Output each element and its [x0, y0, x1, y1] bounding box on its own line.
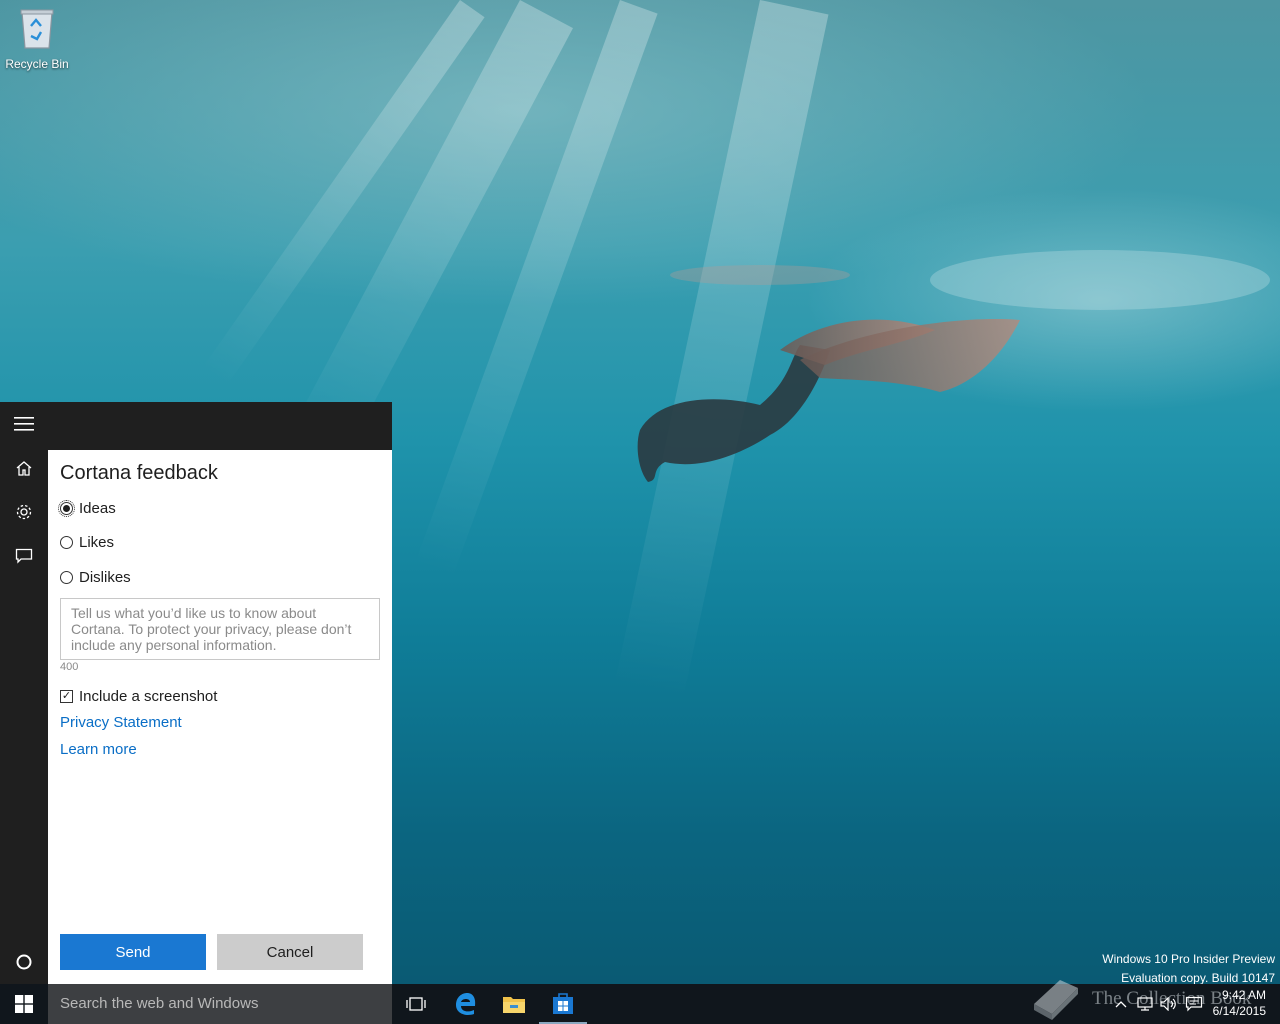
cancel-button[interactable]: Cancel — [217, 934, 363, 970]
recycle-bin-icon — [20, 9, 54, 49]
network-icon — [1137, 997, 1153, 1011]
taskbar: Search the web and Windows The Collectio… — [0, 980, 1280, 1024]
book-icon — [1034, 980, 1078, 1020]
feedback-textarea[interactable]: Tell us what you’d like us to know about… — [60, 598, 380, 660]
radio-dislikes-button[interactable] — [60, 571, 73, 584]
watermark-line-1: Windows 10 Pro Insider Preview — [1102, 952, 1275, 966]
radio-ideas[interactable]: Ideas — [58, 500, 116, 517]
feedback-icon — [15, 548, 33, 564]
network-button[interactable] — [1134, 984, 1156, 1024]
cortana-circle-icon — [16, 954, 32, 970]
cortana-rail — [0, 402, 48, 984]
windows-logo-icon — [15, 995, 33, 1013]
settings-button[interactable] — [0, 490, 48, 534]
gear-icon — [16, 504, 32, 520]
edge-button[interactable] — [442, 984, 490, 1024]
task-view-icon — [406, 997, 426, 1011]
recycle-bin-label: Recycle Bin — [5, 57, 69, 71]
cortana-feedback-panel: Cortana feedback Ideas Likes Dislikes Te… — [48, 450, 392, 984]
task-view-button[interactable] — [392, 984, 440, 1024]
privacy-statement-link[interactable]: Privacy Statement — [60, 714, 182, 731]
include-screenshot-label: Include a screenshot — [79, 688, 218, 705]
volume-button[interactable] — [1158, 984, 1180, 1024]
radio-ideas-button[interactable] — [58, 500, 75, 517]
learn-more-link[interactable]: Learn more — [60, 741, 137, 758]
feedback-button[interactable] — [0, 534, 48, 578]
radio-likes[interactable]: Likes — [60, 534, 114, 551]
hamburger-menu-icon — [14, 417, 34, 431]
taskbar-search-input[interactable]: Search the web and Windows — [48, 984, 392, 1024]
file-explorer-icon — [503, 997, 525, 1013]
taskbar-clock[interactable]: 9:42 AM 6/14/2015 — [1213, 987, 1266, 1019]
file-explorer-button[interactable] — [490, 984, 538, 1024]
page-title: Cortana feedback — [60, 462, 218, 484]
show-hidden-icons-button[interactable] — [1110, 984, 1132, 1024]
store-icon — [553, 993, 573, 1014]
action-center-icon — [1185, 996, 1203, 1012]
home-button[interactable] — [0, 446, 48, 490]
home-icon — [16, 461, 32, 476]
radio-ideas-label: Ideas — [79, 500, 116, 517]
start-button[interactable] — [0, 984, 48, 1024]
char-count: 400 — [60, 661, 79, 673]
radio-likes-button[interactable] — [60, 536, 73, 549]
chevron-up-icon — [1115, 1001, 1127, 1008]
include-screenshot-checkbox[interactable]: ✓ Include a screenshot — [60, 688, 217, 705]
radio-dislikes[interactable]: Dislikes — [60, 569, 131, 586]
hamburger-menu-button[interactable] — [0, 402, 48, 446]
clock-date: 6/14/2015 — [1212, 1004, 1266, 1018]
volume-icon — [1160, 997, 1176, 1011]
action-center-button[interactable] — [1182, 984, 1206, 1024]
cortana-button[interactable] — [0, 940, 48, 984]
send-button[interactable]: Send — [60, 934, 206, 970]
radio-likes-label: Likes — [79, 534, 115, 551]
clock-time: 9:42 AM — [1221, 988, 1266, 1002]
checkbox-box[interactable]: ✓ — [60, 690, 73, 703]
store-button[interactable] — [539, 984, 587, 1024]
cortana-header — [48, 402, 392, 450]
edge-icon — [456, 993, 476, 1015]
recycle-bin-shortcut[interactable]: Recycle Bin — [4, 6, 70, 71]
radio-dislikes-label: Dislikes — [79, 569, 131, 586]
